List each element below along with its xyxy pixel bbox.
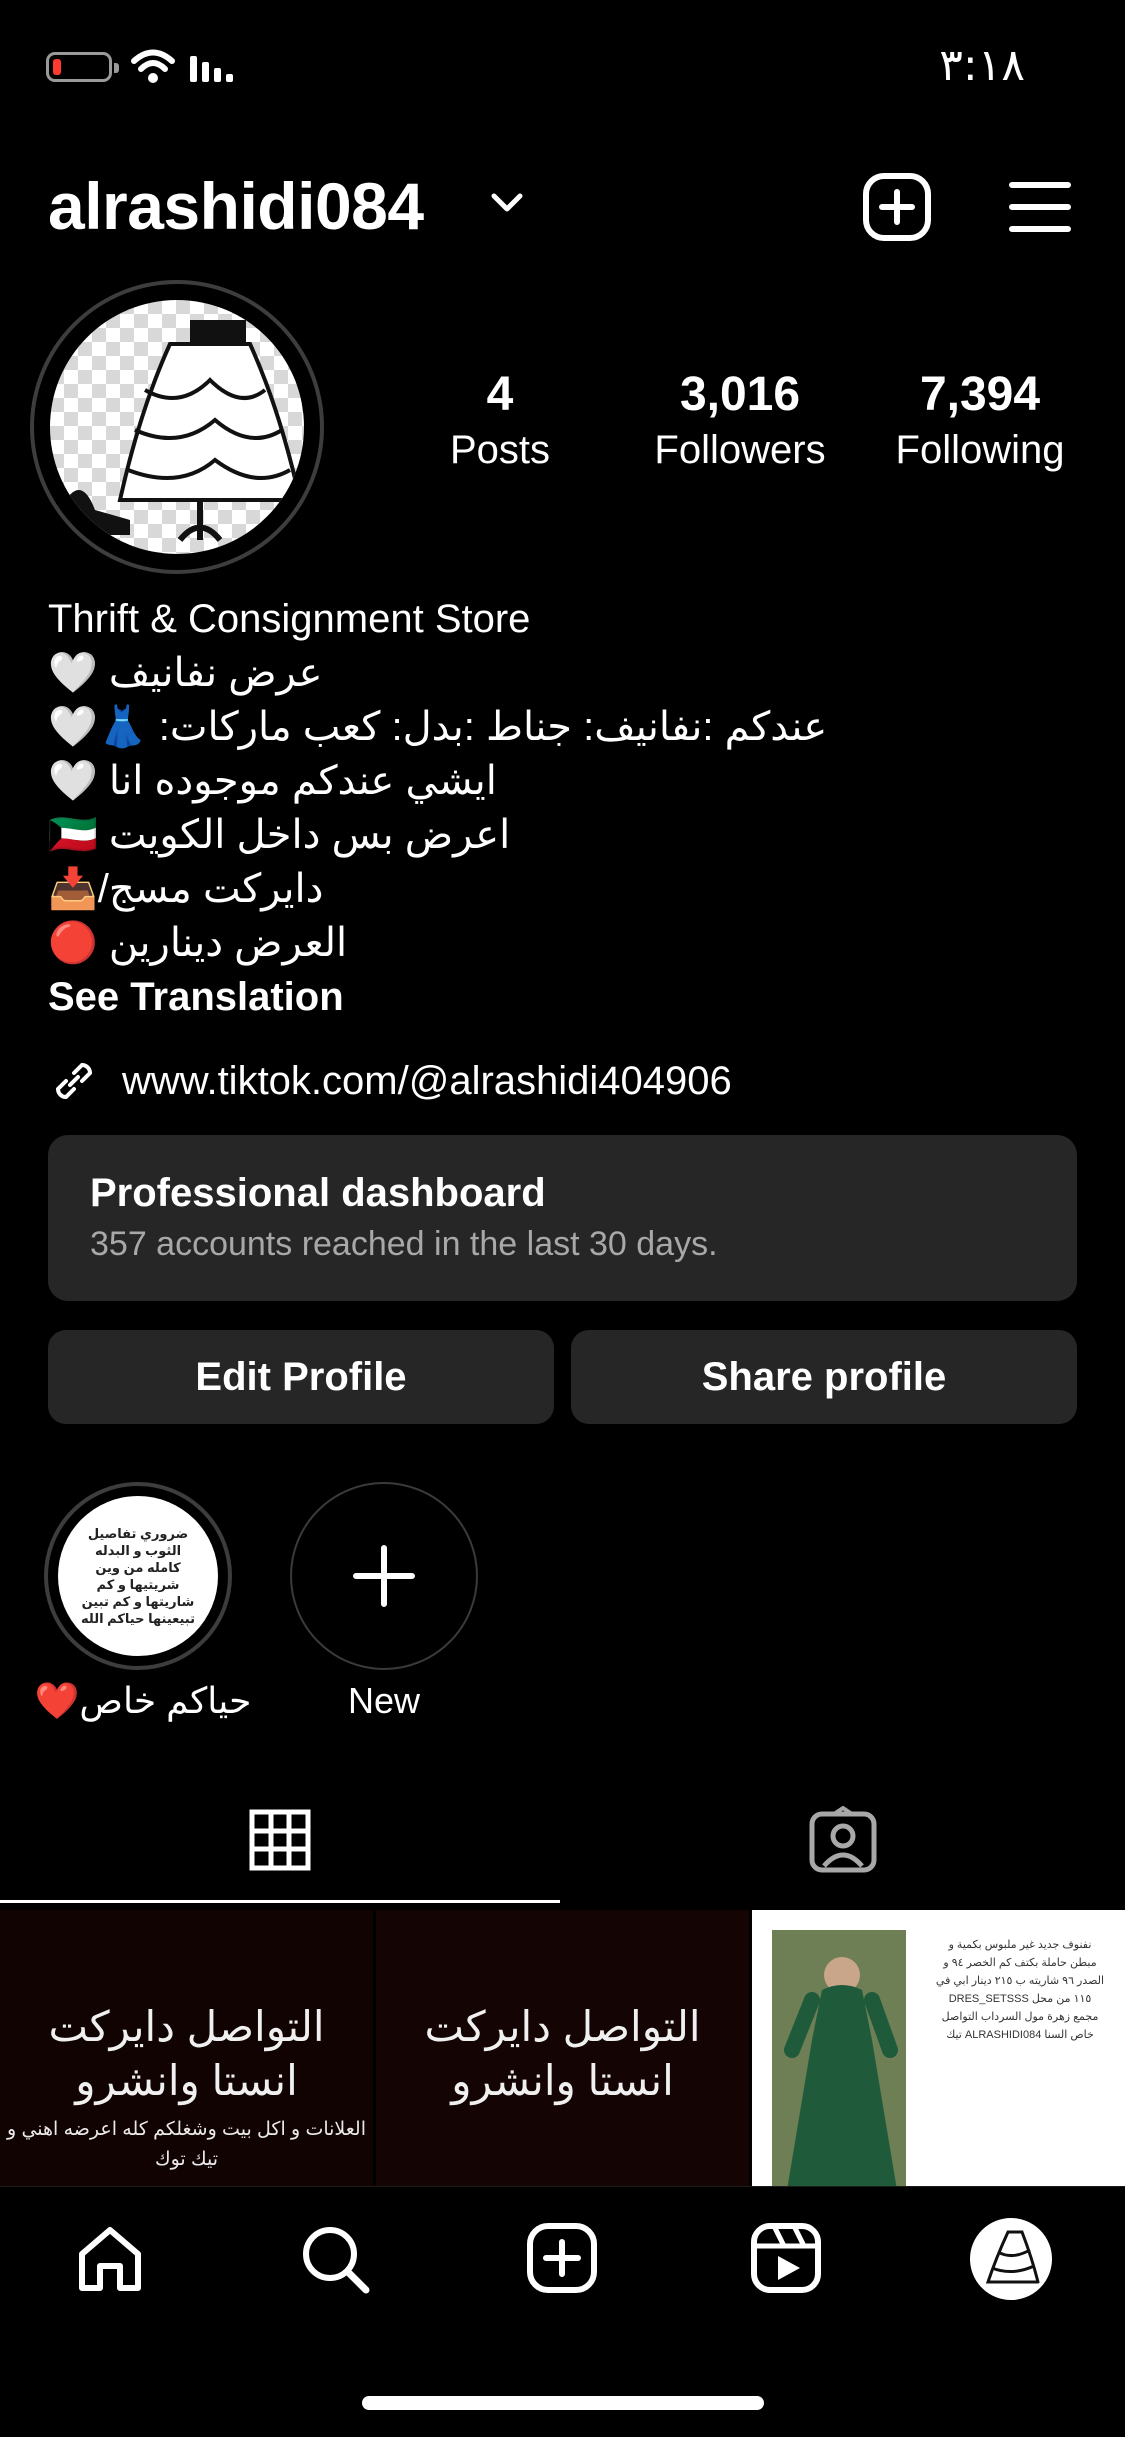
bio-line: اعرض بس داخل الكويت 🇰🇼: [48, 813, 511, 857]
following-count-label: Following: [895, 428, 1065, 472]
post-title: التواصل دايركت انستا وانشرو: [48, 2003, 325, 2104]
link-icon: [48, 1055, 100, 1107]
bio-line: عرض نفانيف 🤍: [48, 651, 323, 695]
following-count[interactable]: 7,394 Following: [860, 365, 1100, 475]
followers-count-label: Followers: [654, 428, 826, 472]
post-thumbnail[interactable]: التواصل دايركت انستا وانشرو العلانات و ا…: [0, 1910, 373, 2190]
create-icon[interactable]: [862, 172, 932, 242]
dashboard-title: Professional dashboard: [90, 1171, 546, 1215]
home-icon[interactable]: [74, 2222, 146, 2294]
share-profile-button[interactable]: Share profile: [571, 1330, 1077, 1424]
posts-count[interactable]: 4 Posts: [380, 365, 620, 475]
bio-link-text: www.tiktok.com/@alrashidi404906: [122, 1058, 732, 1103]
bio-line: دايركت مسج/📥: [48, 867, 324, 911]
new-highlight-button[interactable]: [290, 1482, 478, 1670]
battery-icon: [46, 52, 119, 82]
bio-line: ايشي عندكم موجوده انا 🤍: [48, 759, 497, 803]
posts-count-label: Posts: [449, 428, 551, 472]
signal-icon: [188, 52, 244, 84]
active-tab-indicator: [0, 1900, 560, 1903]
story-highlight[interactable]: ضروري تفاصيل الثوب و البدله كامله من وين…: [44, 1482, 232, 1670]
status-time: ٣:١٨: [939, 40, 1025, 91]
bio-line: عندكم :نفانيف: جناط :بدل: كعب ماركات: 👗🤍: [48, 705, 828, 749]
followers-count-value: 3,016: [679, 368, 801, 421]
post-caption: العلانات و اكل بيت وشغلكم كله اعرضه اهني…: [6, 2119, 366, 2170]
highlight-cover: ضروري تفاصيل الثوب و البدله كامله من وين…: [58, 1496, 218, 1656]
edit-profile-button[interactable]: Edit Profile: [48, 1330, 554, 1424]
reels-icon[interactable]: [750, 2222, 822, 2294]
post-thumbnail[interactable]: نفنوف جديد غير ملبوس بكمية و مبطن حاملة …: [752, 1910, 1125, 2190]
bio-category: Thrift & Consignment Store: [48, 597, 531, 641]
post-title: التواصل دايركت انستا وانشرو: [424, 2003, 701, 2104]
new-highlight-label: New: [347, 1680, 421, 1721]
following-count-value: 7,394: [919, 368, 1041, 421]
profile-avatar-icon[interactable]: [970, 2218, 1052, 2300]
username-switcher[interactable]: alrashidi084: [48, 168, 424, 244]
grid-icon[interactable]: [248, 1808, 312, 1872]
tagged-icon[interactable]: [808, 1806, 878, 1874]
home-indicator: [362, 2396, 764, 2410]
professional-dashboard[interactable]: Professional dashboard 357 accounts reac…: [48, 1135, 1077, 1301]
followers-count[interactable]: 3,016 Followers: [620, 365, 860, 475]
see-translation-link[interactable]: See Translation: [48, 970, 1078, 1024]
chevron-down-icon[interactable]: [490, 192, 524, 214]
profile-bio: Thrift & Consignment Store عرض نفانيف 🤍 …: [48, 592, 1078, 1024]
bio-link[interactable]: www.tiktok.com/@alrashidi404906: [48, 1055, 732, 1107]
plus-icon: [353, 1545, 415, 1607]
wifi-icon: [130, 48, 176, 84]
menu-icon[interactable]: [1008, 180, 1072, 234]
dashboard-subtitle: 357 accounts reached in the last 30 days…: [90, 1225, 718, 1263]
dress-photo: [772, 1930, 906, 2190]
create-post-icon[interactable]: [526, 2222, 598, 2294]
post-caption: نفنوف جديد غير ملبوس بكمية و مبطن حاملة …: [935, 1939, 1105, 2041]
bio-line: العرض دينارين 🔴: [48, 921, 348, 965]
post-thumbnail[interactable]: التواصل دايركت انستا وانشرو: [376, 1910, 749, 2190]
posts-count-value: 4: [486, 368, 514, 421]
profile-avatar[interactable]: [30, 280, 324, 574]
highlight-label: حياكم خاص❤️: [34, 1680, 252, 1721]
search-icon[interactable]: [298, 2222, 372, 2296]
